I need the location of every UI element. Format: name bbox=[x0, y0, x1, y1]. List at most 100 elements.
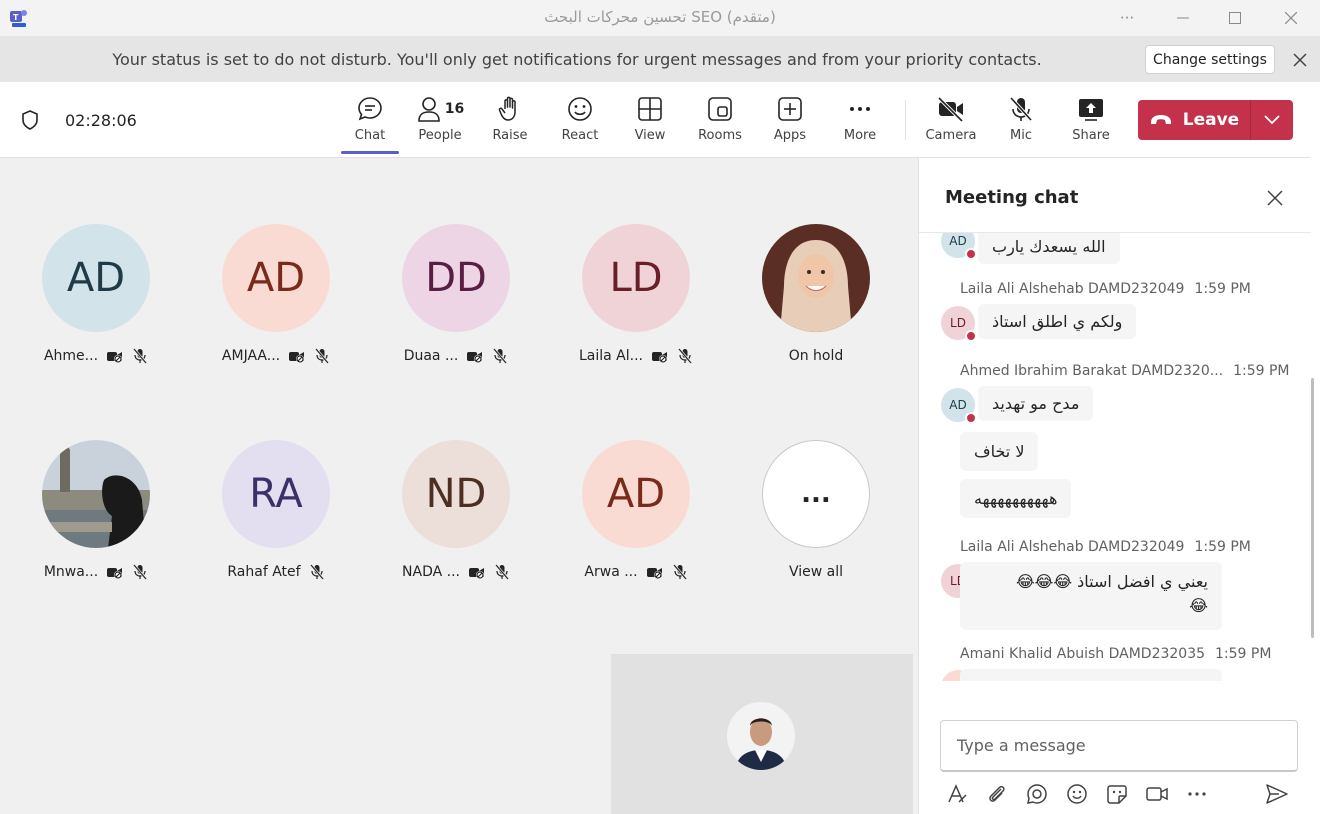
avatar: AD bbox=[42, 224, 150, 332]
react-label: React bbox=[561, 128, 599, 143]
message-header: Ahmed Ibrahim Barakat DAMD2320... 1:59 PM bbox=[960, 363, 1290, 379]
share-screen-icon bbox=[1077, 94, 1105, 124]
loop-icon[interactable] bbox=[1025, 782, 1049, 806]
format-icon[interactable] bbox=[945, 782, 969, 806]
chat-scrollbar[interactable] bbox=[1311, 378, 1314, 638]
message-time: 1:59 PM bbox=[1194, 539, 1251, 555]
compose-toolbar bbox=[945, 782, 1295, 806]
video-clip-icon[interactable] bbox=[1145, 782, 1169, 806]
participant-name: Arwa ... bbox=[584, 564, 638, 580]
participant-name: Ahme... bbox=[43, 348, 99, 364]
avatar: RA bbox=[222, 440, 330, 548]
chat-message-bubble: ههههههههههه bbox=[960, 479, 1072, 518]
participants-stage: AD Ahme... AD AMJAA... DD Duaa ... LD La… bbox=[0, 158, 918, 814]
view-all-tile[interactable]: ... View all bbox=[740, 440, 900, 610]
chat-button[interactable]: Chat bbox=[339, 94, 401, 150]
minimize-button[interactable] bbox=[1168, 6, 1198, 30]
camera-off-icon bbox=[466, 348, 484, 364]
react-button[interactable]: React bbox=[549, 94, 611, 150]
share-button[interactable]: Share bbox=[1060, 94, 1122, 150]
toolbar-divider bbox=[905, 100, 906, 140]
more-options-icon[interactable]: ··· bbox=[1112, 6, 1142, 30]
more-dots-icon bbox=[847, 94, 873, 124]
chat-message-bubble: الله يسعدك يارب bbox=[978, 233, 1120, 264]
chat-message-bubble bbox=[960, 669, 1222, 681]
participant-tile[interactable]: On hold bbox=[740, 224, 900, 394]
participant-tile[interactable]: Mnwa... bbox=[20, 440, 180, 610]
maximize-button[interactable] bbox=[1220, 6, 1250, 30]
grid-view-icon bbox=[637, 94, 663, 124]
change-settings-button[interactable]: Change settings bbox=[1145, 45, 1275, 74]
send-icon[interactable] bbox=[1265, 782, 1289, 806]
people-button[interactable]: 16 People bbox=[409, 94, 471, 150]
more-button[interactable]: More bbox=[829, 94, 891, 150]
sticker-icon[interactable] bbox=[1105, 782, 1129, 806]
banner-close-icon[interactable] bbox=[1288, 48, 1312, 72]
meeting-toolbar: 02:28:06 Chat 16 People Raise React View bbox=[0, 82, 1310, 158]
camera-label: Camera bbox=[925, 128, 977, 143]
close-chat-icon[interactable] bbox=[1263, 186, 1287, 210]
participant-tile[interactable]: DD Duaa ... bbox=[380, 224, 540, 394]
sender-name: Ahmed Ibrahim Barakat DAMD2320... bbox=[960, 363, 1224, 379]
avatar-photo bbox=[762, 224, 870, 332]
chat-active-indicator bbox=[341, 151, 399, 154]
avatar-photo bbox=[727, 702, 795, 770]
close-window-button[interactable] bbox=[1276, 6, 1306, 30]
view-all-button[interactable]: ... bbox=[762, 440, 870, 548]
avatar: LD bbox=[582, 224, 690, 332]
chat-message-bubble: يعني ي افضل استاذ 😂😂😂 😂 bbox=[960, 562, 1222, 630]
chat-message-bubble: لا تخاف bbox=[960, 432, 1039, 471]
message-time: 1:59 PM bbox=[1233, 363, 1290, 379]
more-options-icon[interactable] bbox=[1185, 782, 1209, 806]
apps-button[interactable]: Apps bbox=[759, 94, 821, 150]
rooms-button[interactable]: Rooms bbox=[689, 94, 751, 150]
chat-label: Chat bbox=[354, 128, 386, 143]
chat-icon bbox=[356, 94, 384, 124]
mic-muted-icon bbox=[132, 564, 148, 580]
mic-muted-icon bbox=[494, 564, 510, 580]
participant-tile[interactable]: AD Arwa ... bbox=[560, 440, 720, 610]
camera-off-icon bbox=[106, 564, 124, 580]
avatar: AD bbox=[222, 224, 330, 332]
participant-tile[interactable]: AD AMJAA... bbox=[200, 224, 360, 394]
message-header: Laila Ali Alshehab DAMD232049 1:59 PM bbox=[960, 281, 1251, 297]
sender-name: Laila Ali Alshehab DAMD232049 bbox=[960, 281, 1185, 297]
participant-name: Mnwa... bbox=[43, 564, 99, 580]
participant-name: Duaa ... bbox=[403, 348, 459, 364]
raise-hand-button[interactable]: Raise bbox=[479, 94, 541, 150]
people-label: People bbox=[418, 128, 462, 143]
participant-tile[interactable]: AD Ahme... bbox=[20, 224, 180, 394]
shield-icon[interactable] bbox=[20, 109, 40, 135]
view-all-label: View all bbox=[788, 564, 844, 580]
leave-label: Leave bbox=[1182, 110, 1240, 130]
add-apps-icon bbox=[777, 94, 803, 124]
chat-message-list[interactable]: AD الله يسعدك يارب Laila Ali Alshehab DA… bbox=[919, 233, 1311, 681]
participant-name: Laila Al... bbox=[578, 348, 643, 364]
camera-button[interactable]: Camera bbox=[920, 94, 982, 150]
people-icon bbox=[417, 97, 440, 122]
mic-button[interactable]: Mic bbox=[990, 94, 1052, 150]
self-video-preview[interactable] bbox=[611, 654, 913, 814]
phone-hangup-icon bbox=[1150, 115, 1171, 124]
emoji-icon[interactable] bbox=[1065, 782, 1089, 806]
mic-muted-icon bbox=[132, 348, 148, 364]
camera-off-icon bbox=[646, 564, 664, 580]
message-input[interactable] bbox=[940, 720, 1298, 772]
sender-name: Amani Khalid Abuish DAMD232035 bbox=[960, 646, 1206, 662]
dnd-status-icon bbox=[965, 248, 977, 260]
share-label: Share bbox=[1072, 128, 1110, 143]
attach-icon[interactable] bbox=[985, 782, 1009, 806]
chat-panel-title: Meeting chat bbox=[945, 187, 1079, 208]
meeting-timer: 02:28:06 bbox=[65, 111, 137, 130]
mic-muted-icon bbox=[314, 348, 330, 364]
leave-button[interactable]: Leave bbox=[1138, 100, 1293, 140]
participant-tile[interactable]: RA Rahaf Atef bbox=[200, 440, 360, 610]
view-button[interactable]: View bbox=[619, 94, 681, 150]
smiley-icon bbox=[566, 94, 594, 124]
leave-options-button[interactable] bbox=[1251, 100, 1293, 140]
participant-tile[interactable]: ND NADA ... bbox=[380, 440, 540, 610]
participant-tile[interactable]: LD Laila Al... bbox=[560, 224, 720, 394]
mic-muted-icon bbox=[309, 564, 325, 580]
mic-off-icon bbox=[1007, 94, 1035, 124]
message-header: Laila Ali Alshehab DAMD232049 1:59 PM bbox=[960, 539, 1251, 555]
